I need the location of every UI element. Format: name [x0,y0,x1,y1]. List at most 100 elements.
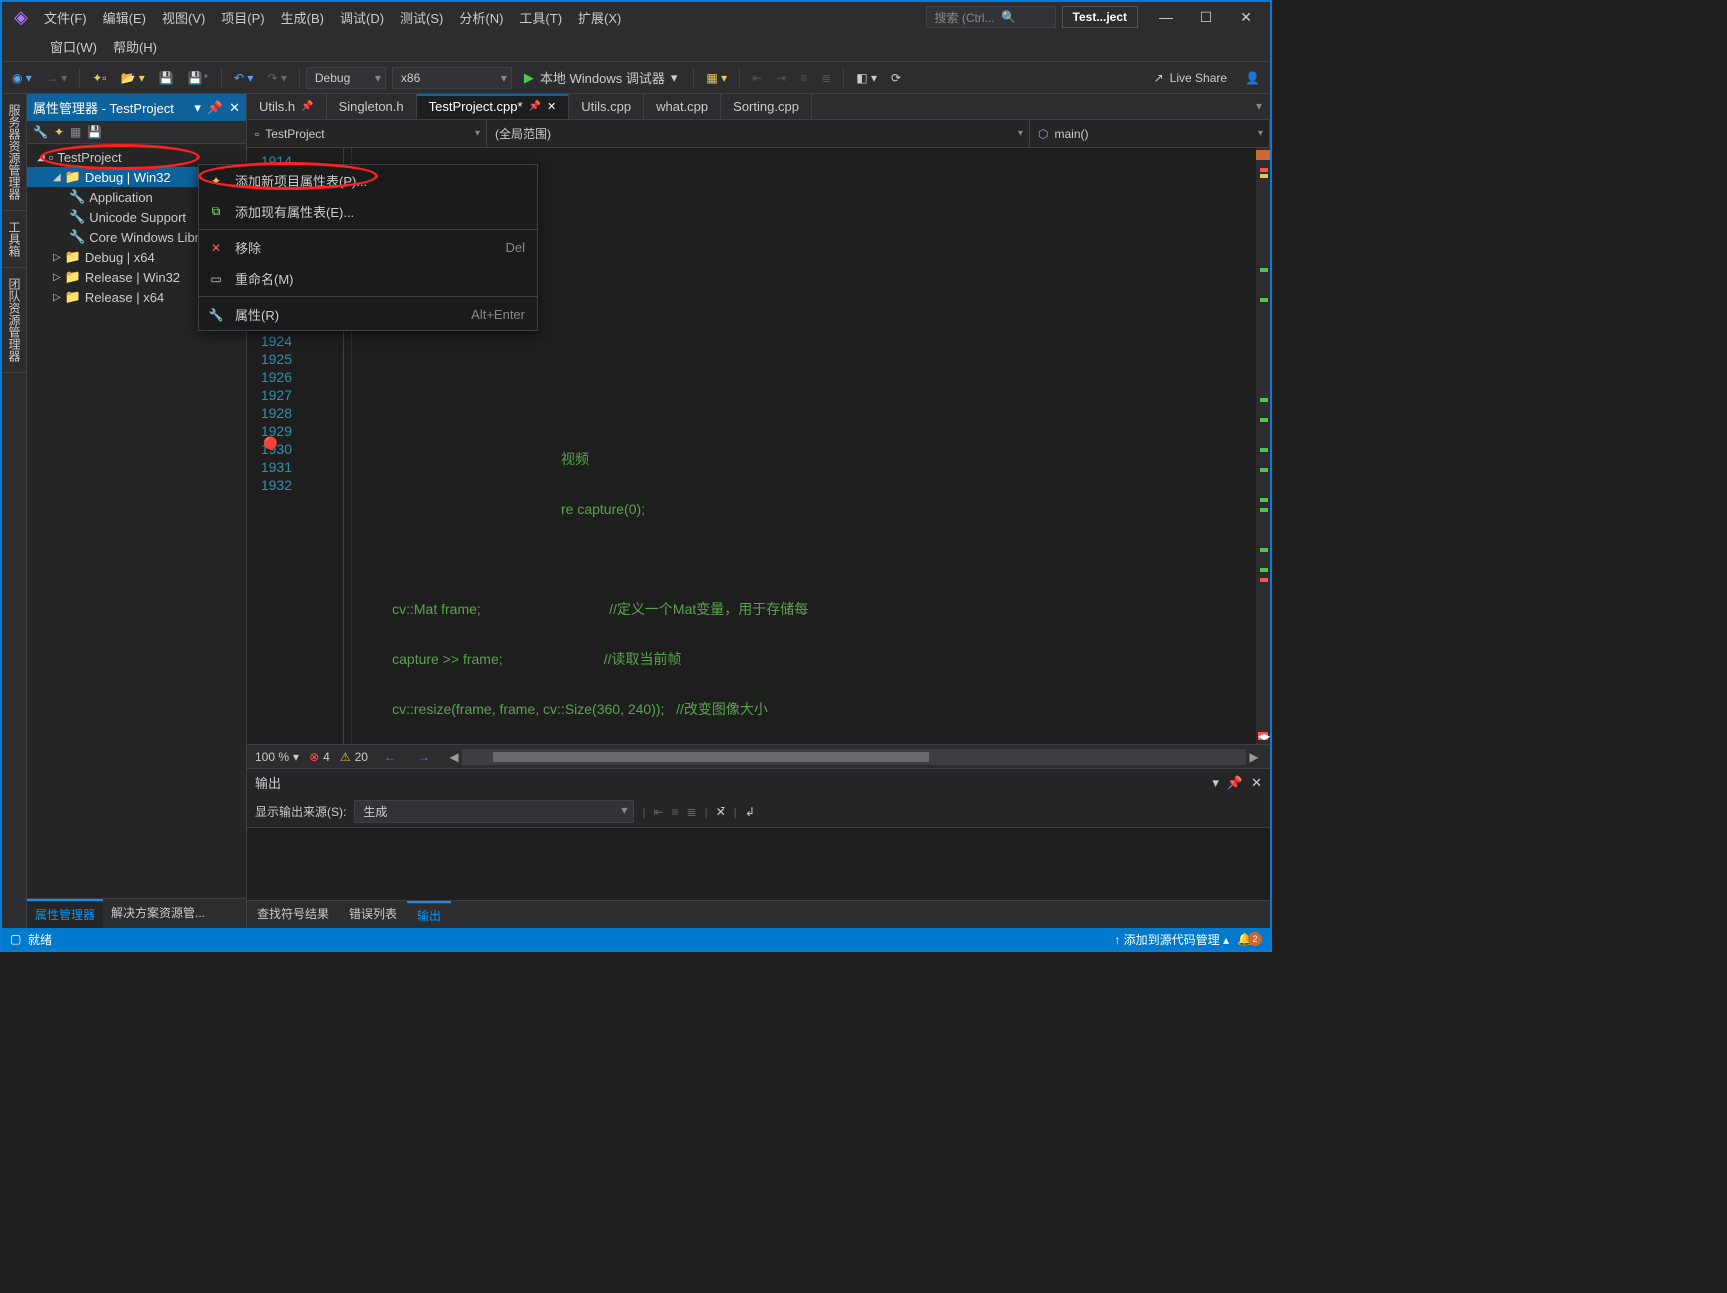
save-sheet-icon[interactable]: 💾 [87,125,102,139]
toolbar-icon-2[interactable]: ⇤ [746,67,768,89]
tab-output[interactable]: 输出 [407,901,451,928]
start-debug-button[interactable]: ▶本地 Windows 调试器 ▾ [514,65,688,90]
hscrollbar[interactable] [462,749,1246,765]
titlebar: ◈ 文件(F) 编辑(E) 视图(V) 项目(P) 生成(B) 调试(D) 测试… [2,2,1270,62]
ctx-rename[interactable]: ▭ 重命名(M) [199,263,537,294]
rail-tab-team-explorer[interactable]: 团队资源管理器 [2,268,26,373]
pin-icon[interactable]: 📌 [301,101,313,112]
source-control-button[interactable]: ↑ 添加到源代码管理 ▴ [1114,931,1229,948]
doc-tab-0[interactable]: Utils.h📌 [247,94,327,119]
open-file-button[interactable]: 📂 ▾ [115,67,151,89]
pin-icon[interactable]: 📌 [1227,775,1243,791]
panel-header[interactable]: 属性管理器 - TestProject ▾📌✕ [27,94,246,121]
doc-tab-3[interactable]: Utils.cpp [569,94,644,119]
sparkle-icon[interactable]: ✦ [54,125,64,139]
error-count[interactable]: ⊗4 [309,750,330,764]
close-button[interactable]: ✕ [1226,4,1266,30]
menu-analyze[interactable]: 分析(N) [451,4,511,31]
toolbar-icon-3[interactable]: ⇥ [770,67,792,89]
tab-find-symbols[interactable]: 查找符号结果 [247,901,339,928]
document-tabs: Utils.h📌 Singleton.h TestProject.cpp*📌✕ … [247,94,1270,120]
code-text: re capture(0); [561,501,645,517]
output-tb-icon[interactable]: ✕̄ [716,805,726,819]
menu-file[interactable]: 文件(F) [36,4,95,31]
scroll-right-icon[interactable]: ▶ [1246,750,1262,764]
panel-toolbar: 🔧 ✦ ▦ 💾 [27,121,246,144]
menu-test[interactable]: 测试(S) [392,4,451,31]
menu-tools[interactable]: 工具(T) [511,4,570,31]
redo-button[interactable]: ↷ ▾ [261,67,292,89]
editor-status-strip: 100 % ▾ ⊗4 ⚠20 ← → ◀ ▶ [247,744,1270,768]
output-body[interactable] [247,828,1270,900]
tab-solution-explorer[interactable]: 解决方案资源管... [103,899,213,928]
doc-tab-4[interactable]: what.cpp [644,94,721,119]
menu-view[interactable]: 视图(V) [154,4,213,31]
notifications-button[interactable]: 🔔2 [1237,932,1262,946]
solution-title-tab[interactable]: Test...ject [1062,6,1138,28]
menu-edit[interactable]: 编辑(E) [95,4,154,31]
menu-project[interactable]: 项目(P) [213,4,272,31]
rail-tab-toolbox[interactable]: 工具箱 [2,211,26,268]
nav-project-select[interactable]: ▫ TestProject [247,120,487,147]
toolbar-icon-1[interactable]: ▦ ▾ [700,67,733,89]
error-glyph-icon[interactable]: 🔴 [263,436,278,450]
grid-icon[interactable]: ▦ [70,125,81,139]
account-icon[interactable]: 👤 [1239,67,1266,89]
close-tab-icon[interactable]: ✕ [547,100,556,113]
undo-button[interactable]: ↶ ▾ [228,67,259,89]
tab-property-manager[interactable]: 属性管理器 [27,899,103,928]
menu-debug[interactable]: 调试(D) [332,4,392,31]
output-tb-icon[interactable]: ≣ [687,805,697,819]
doc-tab-1[interactable]: Singleton.h [327,94,417,119]
toolbar-icon-5[interactable]: ≣ [815,67,837,89]
zoom-select[interactable]: 100 % ▾ [255,750,299,764]
maximize-button[interactable]: ☐ [1186,4,1226,30]
close-icon[interactable]: ✕ [1251,775,1262,791]
nav-scope-select[interactable]: (全局范围) [487,120,1030,147]
nav-func-select[interactable]: ⬡ main() [1030,120,1270,147]
save-button[interactable]: 💾 [153,67,180,89]
toolbar-icon-4[interactable]: ≡ [794,67,813,89]
overview-ruler[interactable]: ◀▶ [1256,148,1270,744]
toolbar-icon-6[interactable]: ◧ ▾ [850,67,883,89]
ctx-properties[interactable]: 🔧 属性(R) Alt+Enter [199,299,537,330]
pin-icon[interactable]: 📌 [529,101,541,112]
output-tb-icon[interactable]: ≡ [672,805,679,819]
warning-count[interactable]: ⚠20 [340,750,368,764]
status-window-icon[interactable]: ▢ [10,932,21,946]
menu-build[interactable]: 生成(B) [273,4,332,31]
nav-forward-button[interactable]: → ▾ [40,67,73,89]
pin-icon[interactable]: 📌 [207,100,223,116]
platform-select[interactable]: x86 [392,67,512,89]
minimize-button[interactable]: ― [1146,4,1186,30]
menu-window[interactable]: 窗口(W) [42,33,105,60]
close-panel-icon[interactable]: ✕ [229,100,240,116]
nav-prev-icon[interactable]: ← [378,750,402,764]
live-share-button[interactable]: ↗ Live Share [1144,71,1237,85]
ctx-add-existing-sheet[interactable]: ⧉ 添加现有属性表(E)... [199,196,537,227]
ctx-remove[interactable]: ✕ 移除 Del [199,232,537,263]
doc-tab-2[interactable]: TestProject.cpp*📌✕ [417,94,570,119]
save-all-button[interactable]: 💾⁺ [182,67,215,89]
dropdown-icon[interactable]: ▾ [1212,775,1219,791]
nav-next-icon[interactable]: → [412,750,436,764]
tab-overflow-icon[interactable]: ▾ [1248,94,1270,119]
nav-back-button[interactable]: ◉ ▾ [6,67,38,89]
tab-error-list[interactable]: 错误列表 [339,901,407,928]
wrench-icon[interactable]: 🔧 [33,125,48,139]
new-file-button[interactable]: ✦▫ [86,67,112,89]
output-tb-icon[interactable]: ↲ [745,805,755,819]
menu-help[interactable]: 帮助(H) [105,33,165,60]
scroll-left-icon[interactable]: ◀ [446,750,462,764]
doc-tab-5[interactable]: Sorting.cpp [721,94,812,119]
rail-tab-server-explorer[interactable]: 服务器资源管理器 [2,94,26,211]
ctx-add-new-sheet[interactable]: ✦ 添加新项目属性表(P)... [199,165,537,196]
vs-logo-icon: ◈ [6,2,36,32]
search-input[interactable]: 搜索 (Ctrl... 🔍 [926,6,1056,28]
output-source-select[interactable]: 生成 [354,800,634,823]
output-tb-icon[interactable]: ⇤ [653,805,663,819]
menu-extensions[interactable]: 扩展(X) [570,4,629,31]
config-select[interactable]: Debug [306,67,386,89]
dropdown-icon[interactable]: ▾ [194,100,201,116]
toolbar-icon-7[interactable]: ⟳ [885,67,907,89]
